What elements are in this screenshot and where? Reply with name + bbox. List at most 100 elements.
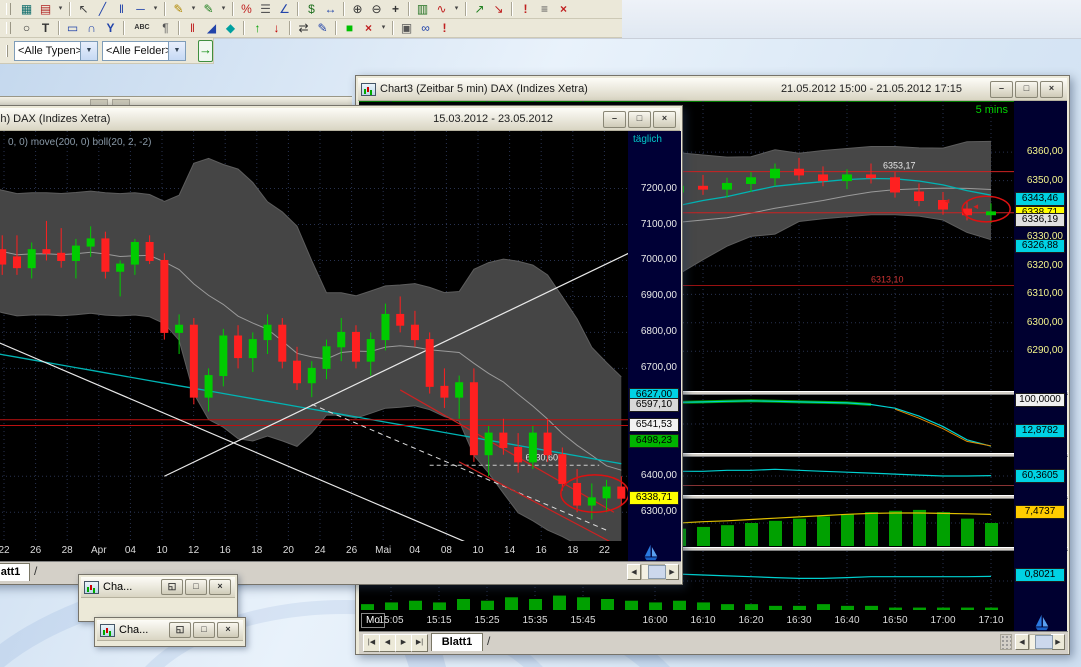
- channel-icon[interactable]: ‖: [112, 0, 131, 18]
- ellipse-tool-icon[interactable]: ○: [17, 19, 36, 37]
- field-filter-dropdown[interactable]: <Alle Felder> ▼: [102, 41, 186, 61]
- daily-window-titlebar[interactable]: (täglich) DAX (Indizes Xetra) 15.03.2012…: [0, 108, 680, 131]
- intraday-window-titlebar[interactable]: Chart3 (Zeitbar 5 min) DAX (Indizes Xetr…: [358, 78, 1067, 101]
- close-button[interactable]: ×: [217, 622, 239, 638]
- pencil-icon[interactable]: ✎: [169, 0, 188, 18]
- restore-button[interactable]: ◱: [169, 622, 191, 638]
- line-chart-icon[interactable]: ∿: [432, 0, 451, 18]
- fan-tool-icon[interactable]: ◢: [202, 19, 221, 37]
- chart-type-caret-icon[interactable]: ▾: [451, 0, 462, 18]
- edit-chart-icon[interactable]: ✎: [313, 19, 332, 37]
- alert-icon[interactable]: !: [516, 0, 535, 18]
- parallel-channel-icon[interactable]: ‖: [183, 19, 202, 37]
- minimized-window-titlebar[interactable]: Cha... ◱□×: [97, 620, 243, 641]
- scroll-track[interactable]: [1029, 634, 1051, 650]
- currency-icon[interactable]: $: [302, 0, 321, 18]
- delete-icon[interactable]: ×: [554, 0, 573, 18]
- minimized-chart-window[interactable]: Cha... ◱□×: [94, 617, 246, 647]
- x-axis-label: 04: [409, 545, 420, 556]
- scroll-thumb[interactable]: [648, 565, 666, 579]
- intraday-price-axis[interactable]: 6360,006350,006330,006320,006310,006300,…: [1014, 101, 1067, 631]
- resize-grip[interactable]: [1000, 634, 1012, 650]
- pointer-icon[interactable]: ↖: [74, 0, 93, 18]
- daily-chart-window[interactable]: (täglich) DAX (Indizes Xetra) 15.03.2012…: [0, 105, 683, 585]
- close-button[interactable]: ×: [653, 111, 676, 128]
- pitchfork-tool-icon[interactable]: Y: [101, 19, 120, 37]
- maximize-button[interactable]: □: [1015, 81, 1038, 98]
- line-tools-caret-icon[interactable]: ▾: [150, 0, 161, 18]
- note-tool-icon[interactable]: ¶: [156, 19, 175, 37]
- y-axis-tick: 6900,00: [641, 290, 677, 301]
- maximize-button[interactable]: □: [193, 622, 215, 638]
- close-button[interactable]: ×: [1040, 81, 1063, 98]
- apply-filter-button[interactable]: →: [198, 40, 213, 62]
- scroll-left-button[interactable]: ◀: [627, 564, 641, 580]
- active-color-icon[interactable]: ■: [340, 19, 359, 37]
- label-abc-icon[interactable]: ABC: [128, 19, 156, 37]
- compare-icon[interactable]: ⇄: [294, 19, 313, 37]
- scroll-track[interactable]: [641, 564, 665, 580]
- horizontal-line-icon[interactable]: ─: [131, 0, 150, 18]
- buy-arrow-icon[interactable]: ↑: [248, 19, 267, 37]
- chart-layout-caret-icon[interactable]: ▾: [55, 0, 66, 18]
- type-filter-dropdown[interactable]: <Alle Typen> ▼: [14, 41, 98, 61]
- brush-caret-icon[interactable]: ▾: [218, 0, 229, 18]
- dropdown-caret-icon[interactable]: ▼: [168, 42, 185, 60]
- erase-caret-icon[interactable]: ▾: [378, 19, 389, 37]
- close-button[interactable]: ×: [209, 579, 231, 595]
- x-axis-label: 22: [599, 545, 610, 556]
- angle-tool-icon[interactable]: ∠: [275, 0, 294, 18]
- ruler-icon[interactable]: ↔: [321, 0, 340, 18]
- scroll-right-button[interactable]: ▶: [665, 564, 679, 580]
- candle-chart-icon[interactable]: ▥: [413, 0, 432, 18]
- daily-price-chart[interactable]: 0, 0) move(200, 0) boll(20, 2, -2) 6430,…: [0, 131, 628, 541]
- restore-button[interactable]: ◱: [161, 579, 183, 595]
- scroll-right-button[interactable]: ▶: [1051, 634, 1065, 650]
- menu-icon[interactable]: ≡: [535, 0, 554, 18]
- sheet-nav-button[interactable]: ▶|: [411, 634, 428, 652]
- percent-retracement-icon[interactable]: %: [237, 0, 256, 18]
- text-tool-icon[interactable]: T: [36, 19, 55, 37]
- daily-price-axis[interactable]: täglich 7200,007100,007000,006900,006800…: [628, 131, 681, 561]
- brush-icon[interactable]: ✎: [199, 0, 218, 18]
- arc-tool-icon[interactable]: ∩: [82, 19, 101, 37]
- daily-hscroll[interactable]: ◀ ▶: [627, 564, 679, 580]
- fibonacci-lines-icon[interactable]: ☰: [256, 0, 275, 18]
- sheet-nav-button[interactable]: ◀: [379, 634, 396, 652]
- chart-grid-icon[interactable]: ▦: [17, 0, 36, 18]
- rectangle-tool-icon[interactable]: ▭: [63, 19, 82, 37]
- maximize-button[interactable]: □: [628, 111, 651, 128]
- x-axis-label: 16: [220, 545, 231, 556]
- minimized-chart-window[interactable]: Cha... ◱□×: [78, 574, 238, 622]
- link-icon[interactable]: ∞: [416, 19, 435, 37]
- uptrend-icon[interactable]: ↗: [470, 0, 489, 18]
- diamond-marker-icon[interactable]: ◆: [221, 19, 240, 37]
- toolbar-grip[interactable]: [6, 3, 11, 15]
- minimize-button[interactable]: –: [990, 81, 1013, 98]
- snapshot-icon[interactable]: ▣: [397, 19, 416, 37]
- toolbar-grip[interactable]: [6, 45, 8, 57]
- minimized-window-titlebar[interactable]: Cha... ◱□×: [81, 577, 235, 598]
- sheet-nav-button[interactable]: |◀: [363, 634, 380, 652]
- pencil-caret-icon[interactable]: ▾: [188, 0, 199, 18]
- chart-tile-icon[interactable]: ▤: [36, 0, 55, 18]
- scroll-thumb[interactable]: [1035, 635, 1053, 649]
- sell-arrow-icon[interactable]: ↓: [267, 19, 286, 37]
- warning-icon[interactable]: !: [435, 19, 454, 37]
- crosshair-icon[interactable]: +: [386, 0, 405, 18]
- sheet-tab[interactable]: Blatt1: [431, 633, 483, 651]
- daily-candles-svg[interactable]: 6430,60: [0, 131, 628, 541]
- scroll-left-button[interactable]: ◀: [1015, 634, 1029, 650]
- intraday-hscroll[interactable]: ◀ ▶: [1015, 634, 1065, 650]
- trendline-icon[interactable]: ╱: [93, 0, 112, 18]
- sheet-nav-button[interactable]: ▶: [395, 634, 412, 652]
- maximize-button[interactable]: □: [185, 579, 207, 595]
- dropdown-caret-icon[interactable]: ▼: [80, 42, 97, 60]
- downtrend-icon[interactable]: ↘: [489, 0, 508, 18]
- sheet-tab[interactable]: Blatt1: [0, 563, 30, 581]
- zoom-in-icon[interactable]: ⊕: [348, 0, 367, 18]
- minimize-button[interactable]: –: [603, 111, 626, 128]
- toolbar-grip[interactable]: [6, 22, 11, 34]
- erase-icon[interactable]: ×: [359, 19, 378, 37]
- zoom-out-icon[interactable]: ⊖: [367, 0, 386, 18]
